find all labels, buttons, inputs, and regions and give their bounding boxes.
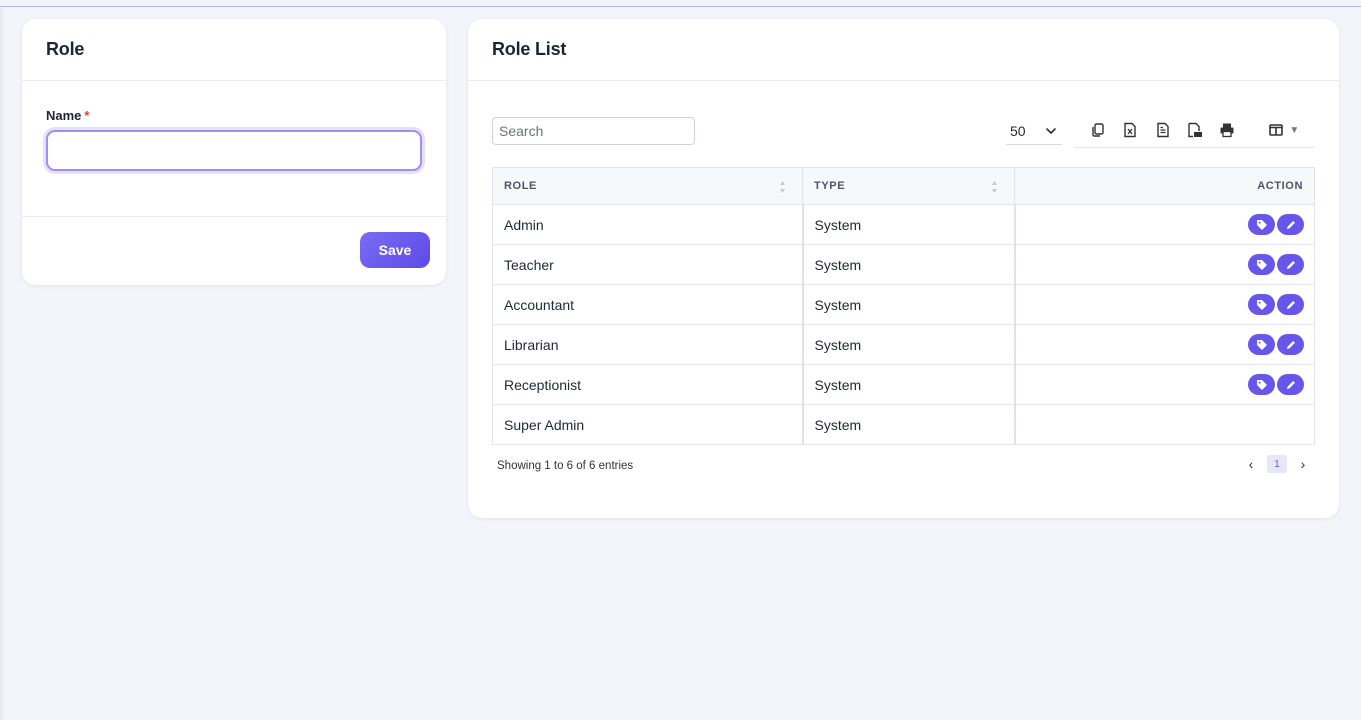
- print-icon: [1220, 123, 1234, 138]
- permission-button[interactable]: [1248, 374, 1275, 395]
- previous-page-button[interactable]: ‹: [1245, 456, 1257, 472]
- table-info: Showing 1 to 6 of 6 entries: [497, 460, 634, 472]
- search-input[interactable]: [492, 117, 695, 145]
- role-list-title: Role List: [492, 39, 567, 59]
- role-cell: Receptionist: [492, 364, 804, 405]
- tag-icon: [1256, 219, 1267, 230]
- action-cell: [1014, 364, 1315, 405]
- table-toolbar: 50 ▼: [492, 117, 1315, 149]
- role-form-header: Role: [22, 19, 446, 81]
- type-cell: System: [802, 284, 1016, 325]
- column-visibility-icon: [1269, 124, 1284, 136]
- caret-down-icon: ▼: [1289, 124, 1300, 136]
- type-cell: System: [802, 404, 1016, 445]
- table-row: Teacher System: [492, 244, 1315, 285]
- sidebar-edge: [0, 8, 6, 720]
- chevron-down-icon: [1046, 127, 1056, 134]
- edit-button[interactable]: [1277, 254, 1304, 275]
- excel-button[interactable]: [1114, 115, 1146, 145]
- type-cell: System: [802, 324, 1016, 365]
- sort-icon: [780, 181, 785, 193]
- role-form-card: Role Name * Save: [22, 19, 446, 285]
- action-cell: [1014, 404, 1315, 445]
- action-cell: [1014, 244, 1315, 285]
- table-header-row: ROLE TYPE ACTION: [492, 167, 1315, 205]
- page-size-value: 50: [1010, 122, 1026, 139]
- page-size-select[interactable]: 50: [1006, 117, 1062, 145]
- tag-icon: [1256, 339, 1267, 350]
- table-row: Librarian System: [492, 324, 1315, 365]
- role-table: ROLE TYPE ACTION Admin System Teacher Sy…: [492, 167, 1315, 445]
- edit-button[interactable]: [1277, 294, 1304, 315]
- role-cell: Admin: [492, 204, 804, 245]
- pencil-icon: [1286, 380, 1295, 389]
- pagination: ‹ 1 ›: [1245, 455, 1309, 473]
- type-cell: System: [802, 244, 1016, 285]
- role-form-footer: Save: [22, 217, 446, 283]
- table-row: Receptionist System: [492, 364, 1315, 405]
- export-buttons: ▼: [1074, 113, 1315, 148]
- action-cell: [1014, 204, 1315, 245]
- edit-button[interactable]: [1277, 374, 1304, 395]
- pencil-icon: [1286, 300, 1295, 309]
- column-visibility-button[interactable]: ▼: [1259, 123, 1315, 137]
- excel-icon: [1124, 122, 1137, 138]
- role-list-header: Role List: [468, 19, 1339, 81]
- column-header-type[interactable]: TYPE: [802, 167, 1015, 205]
- pencil-icon: [1286, 260, 1295, 269]
- pencil-icon: [1286, 340, 1295, 349]
- permission-button[interactable]: [1248, 294, 1275, 315]
- tag-icon: [1256, 299, 1267, 310]
- role-form-title: Role: [46, 39, 85, 59]
- column-header-role-label: ROLE: [504, 180, 537, 192]
- permission-button[interactable]: [1248, 254, 1275, 275]
- role-cell: Teacher: [492, 244, 804, 285]
- tag-icon: [1256, 379, 1267, 390]
- copy-button[interactable]: [1082, 115, 1114, 145]
- pdf-icon: [1188, 122, 1202, 138]
- copy-icon: [1092, 123, 1104, 137]
- sort-icon: [992, 181, 997, 193]
- name-label-text: Name: [46, 108, 82, 123]
- type-cell: System: [802, 364, 1016, 405]
- role-cell: Accountant: [492, 284, 804, 325]
- column-header-type-label: TYPE: [814, 180, 846, 192]
- column-header-role[interactable]: ROLE: [492, 167, 803, 205]
- csv-icon: [1157, 122, 1169, 138]
- role-cell: Librarian: [492, 324, 804, 365]
- csv-button[interactable]: [1147, 115, 1179, 145]
- role-form-body: Name *: [22, 81, 446, 217]
- action-cell: [1014, 284, 1315, 325]
- tag-icon: [1256, 259, 1267, 270]
- edit-button[interactable]: [1277, 334, 1304, 355]
- table-row: Super Admin System: [492, 404, 1315, 445]
- name-label: Name *: [46, 108, 422, 123]
- page-button-1[interactable]: 1: [1267, 455, 1287, 473]
- type-cell: System: [802, 204, 1016, 245]
- role-cell: Super Admin: [492, 404, 804, 445]
- permission-button[interactable]: [1248, 334, 1275, 355]
- table-row: Admin System: [492, 204, 1315, 245]
- print-button[interactable]: [1211, 115, 1243, 145]
- table-row: Accountant System: [492, 284, 1315, 325]
- top-border: [0, 0, 1361, 7]
- pencil-icon: [1286, 220, 1295, 229]
- name-input[interactable]: [46, 130, 422, 171]
- required-mark: *: [84, 108, 90, 123]
- role-list-card: Role List 50 ▼: [468, 19, 1339, 518]
- pdf-button[interactable]: [1179, 115, 1211, 145]
- permission-button[interactable]: [1248, 214, 1275, 235]
- action-cell: [1014, 324, 1315, 365]
- column-header-action: ACTION: [1014, 167, 1315, 205]
- save-button[interactable]: Save: [360, 232, 430, 268]
- edit-button[interactable]: [1277, 214, 1304, 235]
- next-page-button[interactable]: ›: [1297, 456, 1309, 472]
- table-body: Admin System Teacher System Accountant S…: [492, 204, 1315, 445]
